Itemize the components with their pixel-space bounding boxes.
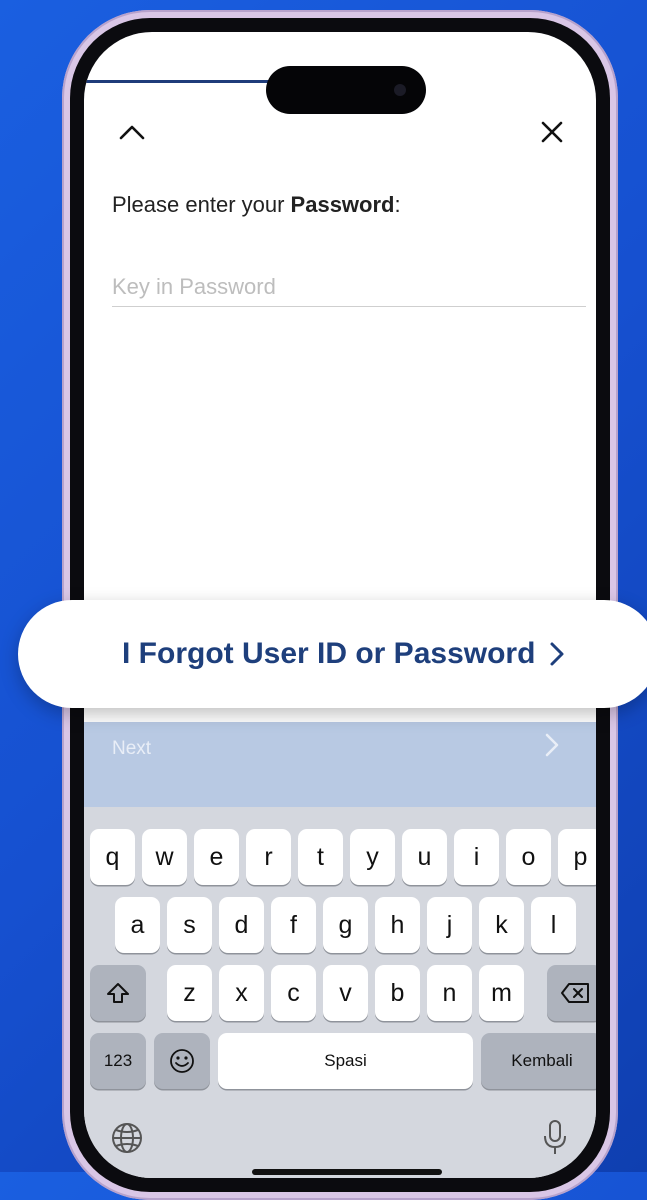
key-z[interactable]: z	[167, 965, 212, 1021]
collapse-button[interactable]	[112, 112, 152, 152]
forgot-credentials-button[interactable]: I Forgot User ID or Password	[18, 600, 647, 708]
close-button[interactable]	[532, 112, 572, 152]
dictation-button[interactable]	[542, 1119, 568, 1162]
key-e[interactable]: e	[194, 829, 239, 885]
shift-icon	[107, 983, 129, 1003]
close-icon	[541, 121, 563, 143]
next-arrow-button[interactable]	[544, 732, 560, 763]
key-u[interactable]: u	[402, 829, 447, 885]
key-v[interactable]: v	[323, 965, 368, 1021]
key-d[interactable]: d	[219, 897, 264, 953]
next-button[interactable]: Next	[112, 738, 151, 760]
globe-button[interactable]	[110, 1121, 144, 1160]
key-o[interactable]: o	[506, 829, 551, 885]
password-input[interactable]	[112, 268, 586, 307]
return-key[interactable]: Kembali	[481, 1033, 596, 1089]
key-f[interactable]: f	[271, 897, 316, 953]
forgot-credentials-label: I Forgot User ID or Password	[122, 637, 536, 670]
emoji-icon	[170, 1049, 194, 1073]
key-b[interactable]: b	[375, 965, 420, 1021]
keyboard-toolbar	[84, 722, 596, 807]
key-w[interactable]: w	[142, 829, 187, 885]
prompt-suffix: :	[394, 192, 401, 217]
key-a[interactable]: a	[115, 897, 160, 953]
backspace-key[interactable]	[547, 965, 596, 1021]
prompt-prefix: Please enter your	[112, 192, 291, 217]
keyboard: q w e r t y u i o p a s d f g h j k l z …	[84, 807, 596, 1178]
backspace-icon	[561, 983, 589, 1003]
chevron-right-icon	[550, 642, 564, 666]
chevron-right-icon	[545, 733, 559, 757]
shift-key[interactable]	[90, 965, 146, 1021]
emoji-key[interactable]	[154, 1033, 210, 1089]
numbers-key[interactable]: 123	[90, 1033, 146, 1089]
key-s[interactable]: s	[167, 897, 212, 953]
chevron-up-icon	[119, 125, 145, 140]
home-indicator	[252, 1169, 442, 1175]
camera-icon	[394, 84, 406, 96]
key-l[interactable]: l	[531, 897, 576, 953]
key-m[interactable]: m	[479, 965, 524, 1021]
key-i[interactable]: i	[454, 829, 499, 885]
key-x[interactable]: x	[219, 965, 264, 1021]
key-c[interactable]: c	[271, 965, 316, 1021]
key-j[interactable]: j	[427, 897, 472, 953]
dynamic-island	[266, 66, 426, 114]
globe-icon	[112, 1123, 142, 1153]
key-h[interactable]: h	[375, 897, 420, 953]
key-p[interactable]: p	[558, 829, 596, 885]
key-k[interactable]: k	[479, 897, 524, 953]
key-t[interactable]: t	[298, 829, 343, 885]
space-key[interactable]: Spasi	[218, 1033, 473, 1089]
prompt-bold: Password	[290, 192, 395, 217]
key-q[interactable]: q	[90, 829, 135, 885]
key-n[interactable]: n	[427, 965, 472, 1021]
microphone-icon	[544, 1120, 566, 1154]
password-prompt: Please enter your Password:	[112, 192, 401, 218]
key-g[interactable]: g	[323, 897, 368, 953]
key-r[interactable]: r	[246, 829, 291, 885]
key-y[interactable]: y	[350, 829, 395, 885]
